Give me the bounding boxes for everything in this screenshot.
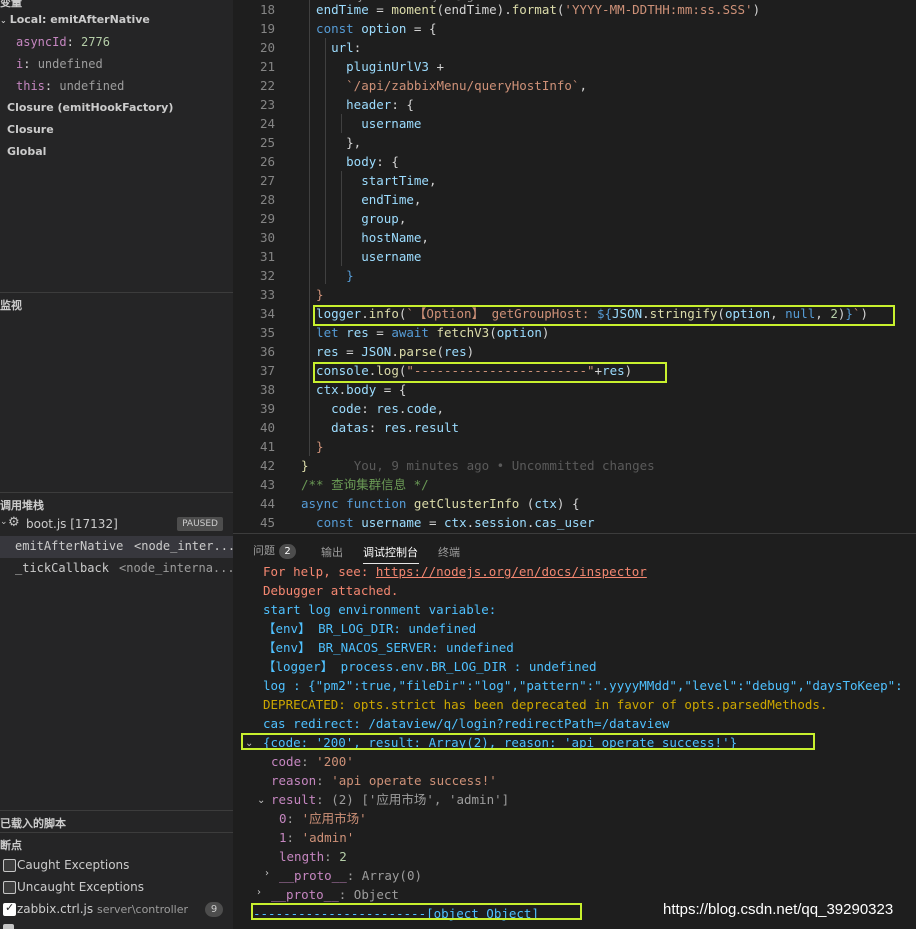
console-line: 【logger】 process.env.BR_LOG_DIR : undefi… xyxy=(263,659,597,674)
code-line: 28 endTime, xyxy=(259,192,422,207)
breakpoints-header[interactable]: 断点 xyxy=(0,837,233,853)
debug-console[interactable]: For help, see: https://nodejs.org/en/doc… xyxy=(233,567,916,929)
watermark: https://blog.csdn.net/qq_39290323 xyxy=(663,901,894,918)
loaded-scripts-header[interactable]: 已载入的脚本 xyxy=(0,815,233,831)
console-proto-object[interactable]: __proto__: Object xyxy=(271,885,399,904)
code-line: 19 const option = { xyxy=(259,21,437,36)
code-line: 20 url: xyxy=(259,40,362,55)
code-line: 26 body: { xyxy=(259,154,399,169)
scope-local[interactable]: ⌄ Local: emitAfterNative xyxy=(0,13,150,26)
divider xyxy=(0,832,233,833)
console-proto-array[interactable]: __proto__: Array(0) xyxy=(279,866,422,885)
highlight-box xyxy=(251,903,582,920)
console-line: 【env】 BR_NACOS_SERVER: undefined xyxy=(263,640,514,655)
console-line: code: '200' xyxy=(271,754,354,769)
code-line: 23 header: { xyxy=(259,97,414,112)
code-line: 32 } xyxy=(259,268,354,283)
code-line: 30 hostName, xyxy=(259,230,429,245)
console-line: reason: 'api operate success!' xyxy=(271,773,497,788)
inspector-link[interactable]: https://nodejs.org/en/docs/inspector xyxy=(376,567,647,579)
git-blame-annotation: You, 9 minutes ago • Uncommitted changes xyxy=(353,458,655,473)
active-tab-indicator xyxy=(363,563,419,564)
callstack-process[interactable]: ⌄ ⚙ boot.js [17132] PAUSED xyxy=(0,514,233,536)
tab-output[interactable]: 输出 xyxy=(321,544,343,560)
problems-count-badge: 2 xyxy=(279,544,296,559)
code-line: 33 } xyxy=(259,287,324,302)
paused-badge: PAUSED xyxy=(177,517,223,531)
console-result-array[interactable]: result: (2) ['应用市场', 'admin'] xyxy=(271,790,509,809)
checkbox[interactable] xyxy=(3,859,16,872)
variable-i[interactable]: i: undefined xyxy=(16,57,103,71)
code-line: 41 } xyxy=(259,439,324,454)
callstack-frame[interactable]: emitAfterNative <node_inter... xyxy=(0,536,233,558)
code-line: 27 startTime, xyxy=(259,173,437,188)
debug-sidebar: 变量 ⌄ Local: emitAfterNative asyncId: 2776… xyxy=(0,0,233,929)
code-line: 24 username xyxy=(259,116,422,131)
variable-asyncid[interactable]: asyncId: 2776 xyxy=(16,35,110,49)
highlight-box xyxy=(313,305,895,326)
gear-icon: ⚙ xyxy=(8,515,20,530)
highlight-box xyxy=(241,733,815,750)
tab-debug-console[interactable]: 调试控制台 xyxy=(363,544,418,560)
divider xyxy=(0,810,233,811)
tab-terminal[interactable]: 终端 xyxy=(438,544,460,560)
chevron-down-icon[interactable]: ⌄ xyxy=(257,795,265,806)
watch-header[interactable]: 监视 xyxy=(0,297,233,313)
breakpoint-count-badge: 9 xyxy=(205,902,223,917)
code-editor[interactable]: server › controller › JS zabbix.ctrl.js … xyxy=(233,0,916,533)
code-line: 21 pluginUrlV3 + xyxy=(259,59,444,74)
console-line: For help, see: https://nodejs.org/en/doc… xyxy=(263,567,647,581)
checkbox[interactable] xyxy=(3,901,16,916)
scope-closure-factory[interactable]: Closure (emitHookFactory) xyxy=(7,101,173,114)
console-line: start log environment variable: xyxy=(263,602,497,617)
scope-global[interactable]: Global xyxy=(7,145,46,158)
console-line: 1: 'admin' xyxy=(279,830,355,845)
checkbox[interactable] xyxy=(3,881,16,894)
code-line: 45 const username = ctx.session.cas_user xyxy=(259,515,595,530)
breakpoint-caught-exceptions[interactable]: Caught Exceptions xyxy=(0,855,233,877)
code-line: 40 datas: res.result xyxy=(259,420,460,435)
chevron-right-icon[interactable]: › xyxy=(265,868,269,879)
code-line: 25 }, xyxy=(259,135,362,150)
checkbox[interactable] xyxy=(3,924,14,929)
code-line: 39 code: res.code, xyxy=(259,401,445,416)
console-line: Debugger attached. xyxy=(263,583,399,598)
code-line: 42} You, 9 minutes ago • Uncommitted cha… xyxy=(259,458,655,473)
divider xyxy=(0,292,233,293)
code-line: 22 `/api/zabbixMenu/queryHostInfo`, xyxy=(259,78,587,93)
code-line: 29 group, xyxy=(259,211,407,226)
variables-header-partial: 变量 xyxy=(0,0,22,9)
console-line: length: 2 xyxy=(279,849,347,864)
console-line: DEPRECATED: opts.strict has been depreca… xyxy=(263,697,828,712)
callstack-header[interactable]: 调用堆栈 xyxy=(0,497,233,513)
console-line: 0: '应用市场' xyxy=(279,811,367,826)
scope-closure[interactable]: Closure xyxy=(7,123,54,136)
highlight-box xyxy=(313,362,667,383)
breakpoint-uncaught-exceptions[interactable]: Uncaught Exceptions xyxy=(0,877,233,899)
code-line: 31 username xyxy=(259,249,422,264)
panel-tab-bar: 问题 2 输出 调试控制台 终端 xyxy=(233,533,916,568)
console-line: 【env】 BR_LOG_DIR: undefined xyxy=(263,621,477,636)
tab-problems[interactable]: 问题 2 xyxy=(253,542,296,559)
code-line: 18 endTime = moment(endTime).format('YYY… xyxy=(259,2,761,17)
divider xyxy=(0,492,233,493)
variable-this[interactable]: this: undefined xyxy=(16,79,124,93)
code-line: 44 async function getClusterInfo (ctx) { xyxy=(259,496,580,511)
chevron-down-icon: ⌄ xyxy=(0,517,8,527)
console-line: cas redirect: /dataview/q/login?redirect… xyxy=(263,716,670,731)
code-line: 36 res = JSON.parse(res) xyxy=(259,344,475,359)
console-line: log : {"pm2":true,"fileDir":"log","patte… xyxy=(263,678,903,693)
code-line: 43/** 查询集群信息 */ xyxy=(259,477,429,492)
chevron-right-icon[interactable]: › xyxy=(257,887,261,898)
callstack-frame[interactable]: _tickCallback <node_interna... xyxy=(0,558,233,580)
breakpoint-file[interactable]: zabbix.ctrl.js server\controller 9 xyxy=(0,899,233,921)
